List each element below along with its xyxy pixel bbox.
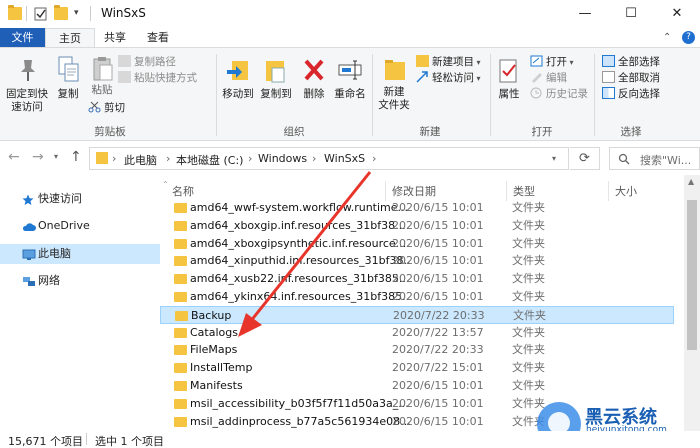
annotation-arrow — [238, 171, 372, 337]
separator — [86, 433, 87, 445]
selection-count: 选中 1 个项目 — [95, 435, 164, 448]
item-count: 15,671 个项目 — [8, 435, 83, 448]
status-bar: 15,671 个项目 选中 1 个项目 — [0, 431, 700, 448]
